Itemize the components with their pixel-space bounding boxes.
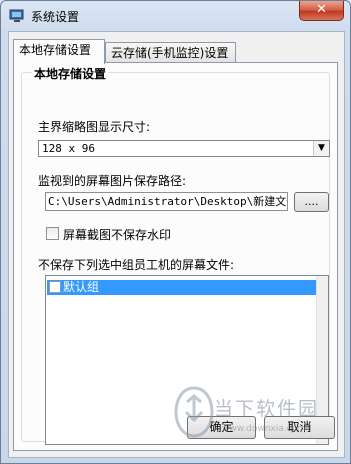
list-item-label: 默认组 [63,280,100,294]
tab-cloud-storage[interactable]: 云存储(手机监控)设置 [105,42,236,62]
list-item-checkbox[interactable] [49,281,61,293]
group-title: 本地存储设置 [32,65,109,82]
chevron-down-icon[interactable]: ▼ [313,141,329,156]
thumbnail-size-label: 主界缩略图显示尺寸: [38,120,151,134]
site-watermark: 当下软件园 www.downxia.com [172,384,348,444]
browse-button[interactable]: .... [294,192,329,212]
exclude-groups-label: 不保存下列选中组员工机的屏幕文件: [38,258,235,272]
save-path-input[interactable]: C:\Users\Administrator\Desktop\新建文件 [45,192,288,211]
tab-local-storage[interactable]: 本地存储设置 [13,39,105,64]
no-watermark-label: 屏幕截图不保存水印 [63,228,172,242]
thumbnail-size-select[interactable]: 128 x 96 ▼ [38,140,330,157]
watermark-url: www.downxia.com [222,424,306,434]
watermark-text: 当下软件园 [214,398,320,420]
thumbnail-size-value: 128 x 96 [42,142,95,155]
title-bar[interactable]: 系统设置 ✕ [1,1,350,31]
save-path-label: 监视到的屏幕图片保存路径: [38,174,187,188]
list-item[interactable]: 默认组 [47,280,317,295]
window-title: 系统设置 [31,10,80,24]
monitor-icon [9,9,25,23]
close-icon: ✕ [316,2,327,17]
watermark-logo-icon [174,386,214,438]
no-watermark-checkbox[interactable] [46,227,59,240]
close-button[interactable]: ✕ [299,1,344,21]
